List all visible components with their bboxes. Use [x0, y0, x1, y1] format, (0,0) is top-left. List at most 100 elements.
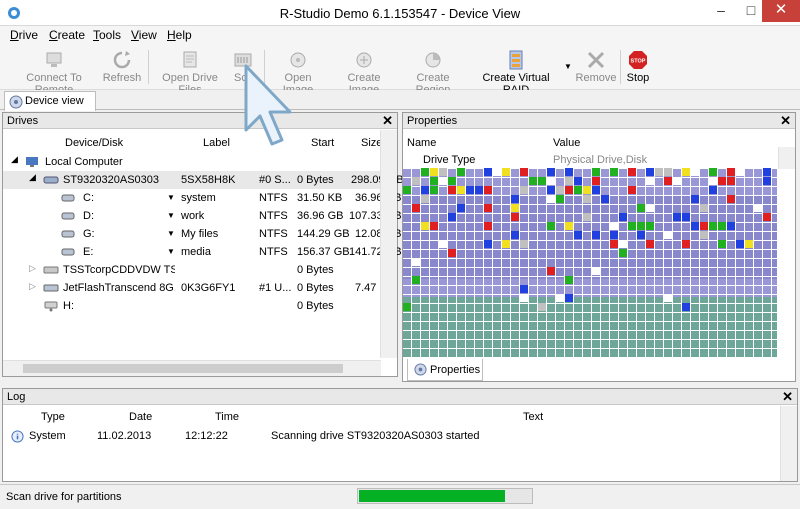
device-name: E: — [83, 246, 94, 258]
create-virtual-raid-button[interactable]: Create Virtual RAID — [472, 50, 560, 96]
scan-block — [439, 240, 447, 248]
device-start: 0 Bytes — [297, 174, 334, 186]
properties-vertical-scrollbar[interactable] — [778, 147, 795, 169]
refresh-button[interactable]: Refresh — [102, 50, 142, 90]
collapse-arrow-icon[interactable]: ◢ — [29, 172, 36, 183]
tree-row-network-drive[interactable]: H: 0 Bytes — [3, 297, 397, 315]
col-label[interactable]: Label — [203, 137, 230, 149]
menu-tools[interactable]: Tools — [93, 28, 121, 42]
scan-block — [412, 204, 420, 212]
stop-button[interactable]: STOP Stop — [624, 50, 652, 90]
scan-block — [556, 195, 564, 203]
log-close-icon[interactable]: ✕ — [782, 389, 793, 405]
dropdown-arrow-icon[interactable]: ▼ — [167, 211, 175, 220]
tree-row-partition[interactable]: G: ▼ My files NTFS 144.29 GB 12.08 GB — [3, 225, 401, 243]
scan-block — [718, 222, 726, 230]
device-name: TSSTcorpCDDVDW TS... — [63, 264, 175, 276]
scan-block — [421, 195, 429, 203]
close-button[interactable]: ✕ — [762, 0, 800, 22]
scan-block — [718, 240, 726, 248]
scan-block — [709, 222, 717, 230]
properties-close-icon[interactable]: ✕ — [780, 113, 791, 129]
drives-close-icon[interactable]: ✕ — [382, 113, 393, 129]
col-value[interactable]: Value — [553, 137, 580, 149]
properties-icon — [414, 363, 427, 376]
scan-block — [763, 213, 771, 221]
col-date[interactable]: Date — [129, 411, 152, 423]
tree-row-local-computer[interactable]: ◢ Local Computer — [3, 153, 397, 171]
scan-block — [727, 168, 735, 176]
scan-block — [664, 177, 672, 185]
menu-create[interactable]: Create — [49, 28, 85, 42]
device-start: 0 Bytes — [297, 264, 334, 276]
expand-arrow-icon[interactable]: ▷ — [29, 281, 36, 292]
expand-arrow-icon[interactable]: ▷ — [29, 263, 36, 274]
tree-row-partition[interactable]: D: ▼ work NTFS 36.96 GB 107.33 GB — [3, 207, 402, 225]
dropdown-arrow-icon[interactable]: ▼ — [167, 193, 175, 202]
remote-computer-icon — [46, 52, 62, 67]
disk-scan-map — [403, 167, 777, 357]
device-fs: #0 S... — [259, 174, 291, 186]
tree-row-disk[interactable]: ◢ ST9320320AS0303 5SX58H8K #0 S... 0 Byt… — [3, 171, 404, 189]
scrollbar-thumb[interactable] — [23, 364, 343, 373]
drives-vertical-scrollbar[interactable] — [380, 130, 397, 358]
scan-block — [754, 204, 762, 212]
remove-icon — [587, 51, 605, 69]
device-name: G: — [83, 228, 95, 240]
menu-help[interactable]: Help — [167, 28, 192, 42]
scan-block — [448, 213, 456, 221]
tree-row-partition[interactable]: C: ▼ system NTFS 31.50 KB 36.96 GB — [3, 189, 401, 207]
tab-properties[interactable]: Properties — [407, 359, 483, 381]
log-time: 12:12:22 — [185, 430, 228, 442]
dropdown-arrow-icon[interactable]: ▼ — [167, 229, 175, 238]
scan-block — [565, 186, 573, 194]
minimize-button[interactable]: – — [706, 0, 736, 22]
scan-block — [520, 285, 528, 293]
open-drive-files-button[interactable]: Open Drive Files — [154, 50, 226, 96]
scan-block — [457, 186, 465, 194]
create-region-button[interactable]: Create Region — [400, 50, 466, 96]
stop-sign-icon: STOP — [629, 51, 647, 69]
dropdown-arrow-icon[interactable]: ▼ — [167, 247, 175, 256]
tree-row-partition[interactable]: E: ▼ media NTFS 156.37 GB 141.72 GB — [3, 243, 402, 261]
scan-block — [412, 258, 420, 266]
connect-to-remote-button[interactable]: Connect To Remote — [8, 50, 100, 96]
col-start[interactable]: Start — [311, 137, 334, 149]
col-name[interactable]: Name — [407, 137, 436, 149]
scan-block — [637, 231, 645, 239]
log-text: Scanning drive ST9320320AS0303 started — [271, 430, 480, 442]
scan-progress-bar — [357, 488, 533, 504]
scan-block — [727, 195, 735, 203]
scan-block — [430, 222, 438, 230]
log-entry[interactable]: System 11.02.2013 12:12:22 Scanning driv… — [3, 427, 783, 445]
tab-device-view[interactable]: Device view — [4, 91, 96, 111]
scan-block — [574, 231, 582, 239]
tree-row-usb-drive[interactable]: ▷ JetFlashTranscend 8G... 0K3G6FY1 #1 U.… — [3, 279, 397, 297]
log-vertical-scrollbar[interactable] — [780, 406, 797, 481]
tree-row-optical-drive[interactable]: ▷ TSSTcorpCDDVDW TS... 0 Bytes — [3, 261, 397, 279]
menu-view[interactable]: View — [131, 28, 157, 42]
device-start: 36.96 GB — [297, 210, 344, 222]
toolbar: Connect To Remote Refresh Open Drive Fil… — [0, 44, 800, 96]
create-image-button[interactable]: Create Image — [332, 50, 396, 96]
col-text[interactable]: Text — [523, 411, 543, 423]
scan-block — [457, 204, 465, 212]
create-region-icon — [425, 52, 441, 68]
drives-horizontal-scrollbar[interactable] — [3, 360, 381, 376]
scan-block — [682, 240, 690, 248]
col-type[interactable]: Type — [41, 411, 65, 423]
col-time[interactable]: Time — [215, 411, 239, 423]
scan-block — [664, 168, 672, 176]
scan-block — [628, 168, 636, 176]
raid-dropdown-arrow-icon[interactable]: ▼ — [564, 62, 572, 71]
scan-block — [727, 177, 735, 185]
scan-block — [664, 294, 672, 302]
menu-drive[interactable]: Drive — [10, 28, 38, 42]
collapse-arrow-icon[interactable]: ◢ — [11, 154, 18, 165]
log-panel: Log ✕ Type Date Time Text System 11.02.2… — [2, 388, 798, 482]
scan-block — [565, 294, 573, 302]
remove-button[interactable]: Remove — [574, 50, 618, 90]
col-device-disk[interactable]: Device/Disk — [65, 137, 123, 149]
device-name: Local Computer — [45, 156, 123, 168]
device-fs: NTFS — [259, 192, 288, 204]
